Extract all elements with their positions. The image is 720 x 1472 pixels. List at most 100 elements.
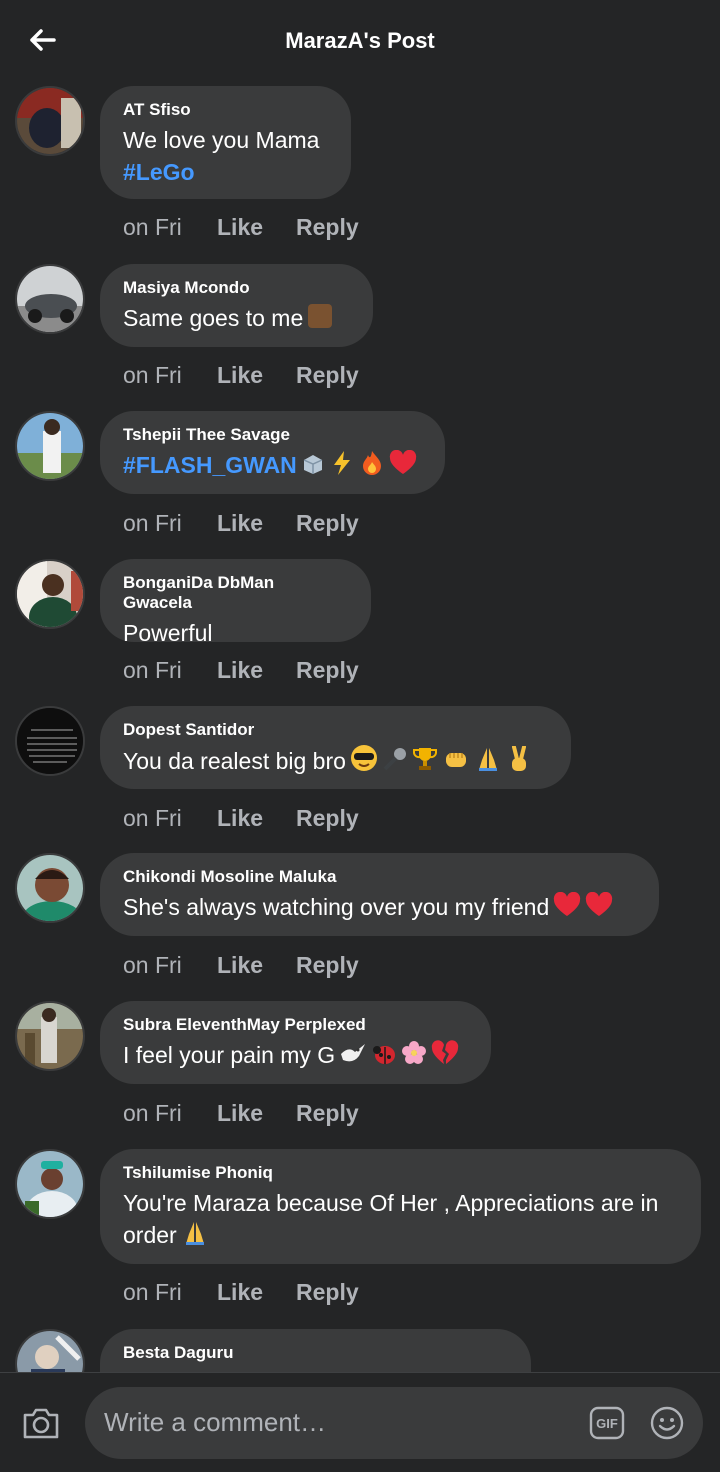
comment-author[interactable]: Tshepii Thee Savage: [123, 425, 421, 445]
comment-actions: on Fri Like Reply: [123, 1100, 359, 1127]
comment-text: You're Maraza because Of Her , Appreciat…: [123, 1187, 677, 1254]
comment-text-body: You da realest big bro: [123, 748, 346, 774]
camera-button[interactable]: [22, 1406, 60, 1440]
comment-text-body: Powerful: [123, 620, 213, 646]
comment-bubble[interactable]: BonganiDa DbMan Gwacela Powerful: [100, 559, 371, 646]
comment-composer: Write a comment… GIF: [0, 1372, 720, 1472]
comment-actions: on Fri Like Reply: [123, 805, 359, 832]
comment-time: on Fri: [123, 1279, 182, 1305]
praying-hands-emoji-icon: [181, 1220, 209, 1254]
comment-actions: on Fri Like Reply: [123, 1279, 359, 1306]
comment-time: on Fri: [123, 214, 182, 240]
like-button[interactable]: Like: [217, 362, 296, 389]
avatar[interactable]: [15, 411, 85, 481]
avatar[interactable]: [15, 264, 85, 334]
emoji-button[interactable]: [649, 1405, 685, 1441]
comment-text: I feel your pain my G: [123, 1039, 467, 1074]
comment-bubble[interactable]: Masiya Mcondo Same goes to me: [100, 264, 373, 347]
ladybug-emoji-icon: [371, 1040, 397, 1074]
like-button[interactable]: Like: [217, 1100, 296, 1127]
comment-text-body: She's always watching over you my friend: [123, 894, 550, 920]
like-button[interactable]: Like: [217, 952, 296, 979]
comment-text-body: We love you Mama: [123, 127, 320, 153]
reply-button[interactable]: Reply: [296, 805, 359, 832]
avatar[interactable]: [15, 1329, 85, 1372]
fire-emoji-icon: [359, 450, 385, 484]
comment-text: Powerful: [123, 617, 347, 649]
like-button[interactable]: Like: [217, 657, 296, 684]
comment-input[interactable]: Write a comment… GIF: [85, 1387, 703, 1459]
avatar[interactable]: [15, 86, 85, 156]
avatar[interactable]: [15, 1001, 85, 1071]
like-button[interactable]: Like: [217, 1279, 296, 1306]
cool-face-emoji-icon: [350, 744, 378, 780]
comment-text: #FLASH_GWAN: [123, 449, 421, 484]
comment-actions: on Fri Like Reply: [123, 952, 359, 979]
avatar[interactable]: [15, 853, 85, 923]
post-comments-screen: AT Sfiso We love you Mama #LeGo on Fri L…: [0, 0, 720, 1472]
like-button[interactable]: Like: [217, 510, 296, 537]
hashtag-link[interactable]: #FLASH_GWAN: [123, 452, 297, 478]
comment-time: on Fri: [123, 1100, 182, 1126]
reply-button[interactable]: Reply: [296, 952, 359, 979]
like-button[interactable]: Like: [217, 214, 296, 241]
microphone-emoji-icon: [382, 746, 408, 780]
reply-button[interactable]: Reply: [296, 362, 359, 389]
reply-button[interactable]: Reply: [296, 214, 359, 241]
comment-actions: on Fri Like Reply: [123, 657, 359, 684]
reply-button[interactable]: Reply: [296, 1279, 359, 1306]
top-bar: MarazA's Post: [0, 0, 720, 84]
page-title: MarazA's Post: [285, 28, 435, 53]
reply-button[interactable]: Reply: [296, 510, 359, 537]
comment-time: on Fri: [123, 362, 182, 388]
gif-button[interactable]: GIF: [589, 1406, 625, 1440]
comment-text: We love you Mama #LeGo: [123, 124, 327, 188]
hashtag-link[interactable]: #LeGo: [123, 159, 195, 185]
comment-text-body: Same goes to me: [123, 305, 304, 331]
gif-icon: GIF: [596, 1416, 618, 1431]
brown-square-emoji-icon: [307, 303, 333, 337]
trophy-emoji-icon: [412, 746, 438, 780]
comment-bubble[interactable]: Tshilumise Phoniq You're Maraza because …: [100, 1149, 701, 1264]
comment-time: on Fri: [123, 510, 182, 536]
comment-author[interactable]: AT Sfiso: [123, 100, 327, 120]
victory-hand-emoji-icon: [506, 745, 532, 780]
cherry-blossom-emoji-icon: [401, 1040, 427, 1074]
comment-actions: on Fri Like Reply: [123, 362, 359, 389]
comment-author[interactable]: Masiya Mcondo: [123, 278, 349, 298]
comment-author[interactable]: Chikondi Mosoline Maluka: [123, 867, 635, 887]
comment-text: Same goes to me: [123, 302, 349, 337]
heart-emoji-icon: [553, 891, 581, 926]
heart-emoji-icon: [389, 449, 417, 484]
comment-author[interactable]: Dopest Santidor: [123, 720, 547, 740]
broken-heart-emoji-icon: [431, 1040, 459, 1074]
comment-list[interactable]: AT Sfiso We love you Mama #LeGo on Fri L…: [0, 0, 720, 1372]
comment-bubble[interactable]: Chikondi Mosoline Maluka She's always wa…: [100, 853, 659, 936]
avatar[interactable]: [15, 706, 85, 776]
heart-emoji-icon: [585, 891, 613, 926]
avatar[interactable]: [15, 1149, 85, 1219]
comment-bubble[interactable]: Besta Daguru: [100, 1329, 531, 1372]
comment-author[interactable]: Tshilumise Phoniq: [123, 1163, 677, 1183]
reply-button[interactable]: Reply: [296, 657, 359, 684]
comment-bubble[interactable]: Dopest Santidor You da realest big bro: [100, 706, 571, 789]
comment-actions: on Fri Like Reply: [123, 510, 359, 537]
avatar[interactable]: [15, 559, 85, 629]
camera-icon: [23, 1408, 59, 1439]
ice-cube-emoji-icon: [301, 452, 325, 484]
reply-button[interactable]: Reply: [296, 1100, 359, 1127]
comment-bubble[interactable]: Subra EleventhMay Perplexed I feel your …: [100, 1001, 491, 1084]
comment-text-body: I feel your pain my G: [123, 1042, 336, 1068]
praying-hands-emoji-icon: [474, 746, 502, 780]
comment-text: She's always watching over you my friend: [123, 891, 635, 926]
comment-author[interactable]: Subra EleventhMay Perplexed: [123, 1015, 467, 1035]
comment-bubble[interactable]: Tshepii Thee Savage #FLASH_GWAN: [100, 411, 445, 494]
like-button[interactable]: Like: [217, 805, 296, 832]
comment-bubble[interactable]: AT Sfiso We love you Mama #LeGo: [100, 86, 351, 199]
dove-emoji-icon: [339, 1040, 367, 1074]
comment-author[interactable]: Besta Daguru: [123, 1343, 507, 1363]
comment-author[interactable]: BonganiDa DbMan Gwacela: [123, 573, 347, 613]
comment-time: on Fri: [123, 805, 182, 831]
emoji-icon: [650, 1406, 684, 1440]
lightning-emoji-icon: [329, 450, 355, 484]
